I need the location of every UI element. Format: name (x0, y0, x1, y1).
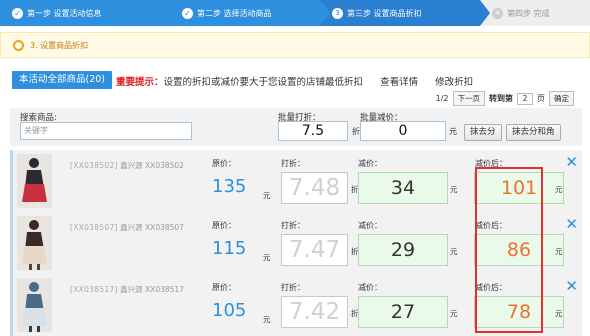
original-price-label: 原价： (212, 221, 236, 230)
search-input[interactable]: 关键字 (20, 122, 192, 140)
product-name[interactable]: 鑫兴源 XX038502 (120, 161, 184, 170)
view-details-link[interactable]: 查看详情 (380, 77, 418, 88)
step-3-number: 3 (332, 7, 343, 19)
original-price: 105 (212, 300, 247, 321)
original-price-label: 原价： (212, 283, 236, 292)
step-bar: ✓ 第一步 设置活动信息 ✓ 第二步 选择活动商品 3 第三步 设置商品折扣 4… (0, 0, 590, 26)
batch-reduce-input[interactable]: 0 (360, 121, 446, 141)
step-1-label: 第一步 设置活动信息 (27, 8, 102, 18)
product-thumbnail[interactable] (17, 154, 52, 208)
discount-label: 打折： (281, 283, 305, 292)
notice-bar: 3. 设置商品折扣 (0, 32, 590, 58)
reduce-unit: 元 (450, 309, 458, 318)
goto-label: 转到第 (489, 94, 513, 103)
product-thumbnail[interactable] (17, 278, 52, 332)
product-info: [XX038502] 鑫兴源 XX038502 (70, 160, 184, 171)
step-arrow (480, 0, 490, 26)
step-2-label: 第二步 选择活动商品 (197, 8, 272, 18)
after-unit: 元 (555, 309, 563, 318)
row-selector (10, 274, 13, 336)
page-unit: 页 (537, 94, 545, 103)
notice-text: 3. 设置商品折扣 (30, 40, 89, 50)
discount-label: 打折： (281, 159, 305, 168)
discount-input[interactable]: 7.42 (281, 296, 348, 328)
product-sku: [XX038502] (70, 161, 118, 170)
batch-discount-input[interactable]: 7.5 (278, 121, 348, 141)
discount-unit: 折 (352, 127, 360, 136)
step-4: 4 第四步 完成 (480, 0, 590, 26)
row-selector (10, 212, 13, 274)
next-page-button[interactable]: 下一页 (452, 91, 485, 106)
close-icon[interactable]: ✕ (565, 153, 578, 171)
page-input[interactable]: 2 (517, 92, 533, 105)
after-unit: 元 (555, 185, 563, 194)
discount-label: 打折： (281, 221, 305, 230)
reduce-label: 减价： (358, 221, 382, 230)
important-tip: 重要提示：设置的折扣或减价要大于您设置的店铺最低折扣 查看详情 修改折扣 (116, 74, 473, 88)
price-unit: 元 (263, 315, 271, 324)
step-3: 3 第三步 设置商品折扣 (320, 0, 490, 26)
step-arrow (170, 0, 180, 26)
tab-all-products[interactable]: 本活动全部商品(20) (12, 71, 113, 89)
reduce-label: 减价： (358, 283, 382, 292)
tip-title: 重要提示： (116, 77, 164, 88)
close-icon[interactable]: ✕ (565, 277, 578, 295)
round-cents-jiao-button[interactable]: 抹去分和角 (506, 124, 561, 141)
round-cents-button[interactable]: 抹去分 (464, 124, 502, 141)
original-price-label: 原价： (212, 159, 236, 168)
batch-toolbar: 搜索商品: 关键字 批量打折： 7.5 折 批量减价： 0 元 抹去分 抹去分和… (10, 108, 582, 146)
highlight-frame (475, 167, 543, 333)
reduce-input[interactable]: 29 (358, 234, 448, 266)
close-icon[interactable]: ✕ (565, 215, 578, 233)
reduce-input[interactable]: 27 (358, 296, 448, 328)
original-price: 135 (212, 176, 247, 197)
row-selector (10, 150, 13, 212)
product-info: [XX038507] 鑫兴源 XX038507 (70, 222, 184, 233)
original-price: 115 (212, 238, 247, 259)
step-4-label: 第四步 完成 (507, 8, 550, 18)
check-icon: ✓ (182, 7, 193, 19)
price-unit: 元 (263, 253, 271, 262)
reduce-unit: 元 (450, 247, 458, 256)
reduce-label: 减价： (358, 159, 382, 168)
confirm-button[interactable]: 确定 (549, 91, 574, 106)
tip-text: 设置的折扣或减价要大于您设置的店铺最低折扣 (163, 77, 364, 88)
step-arrow (320, 0, 330, 26)
lightbulb-icon (13, 39, 24, 51)
pagination: 1/2 下一页 转到第 2 页 确定 (436, 91, 574, 106)
product-sku: [XX038517] (70, 285, 118, 294)
step-3-label: 第三步 设置商品折扣 (347, 8, 422, 18)
product-name[interactable]: 鑫兴源 XX038517 (120, 285, 184, 294)
product-sku: [XX038507] (70, 223, 118, 232)
product-info: [XX038517] 鑫兴源 XX038517 (70, 284, 184, 295)
after-unit: 元 (555, 247, 563, 256)
price-unit: 元 (263, 191, 271, 200)
discount-input[interactable]: 7.48 (281, 172, 348, 204)
step-4-number: 4 (492, 7, 503, 19)
discount-input[interactable]: 7.47 (281, 234, 348, 266)
product-thumbnail[interactable] (17, 216, 52, 270)
product-name[interactable]: 鑫兴源 XX038507 (120, 223, 184, 232)
page-indicator: 1/2 (435, 94, 449, 103)
reduce-input[interactable]: 34 (358, 172, 448, 204)
step-2: ✓ 第二步 选择活动商品 (170, 0, 330, 26)
modify-discount-link[interactable]: 修改折扣 (435, 77, 473, 88)
reduce-unit: 元 (450, 185, 458, 194)
check-icon: ✓ (12, 7, 23, 19)
step-1: ✓ 第一步 设置活动信息 (0, 0, 180, 26)
reduce-unit: 元 (449, 127, 457, 136)
